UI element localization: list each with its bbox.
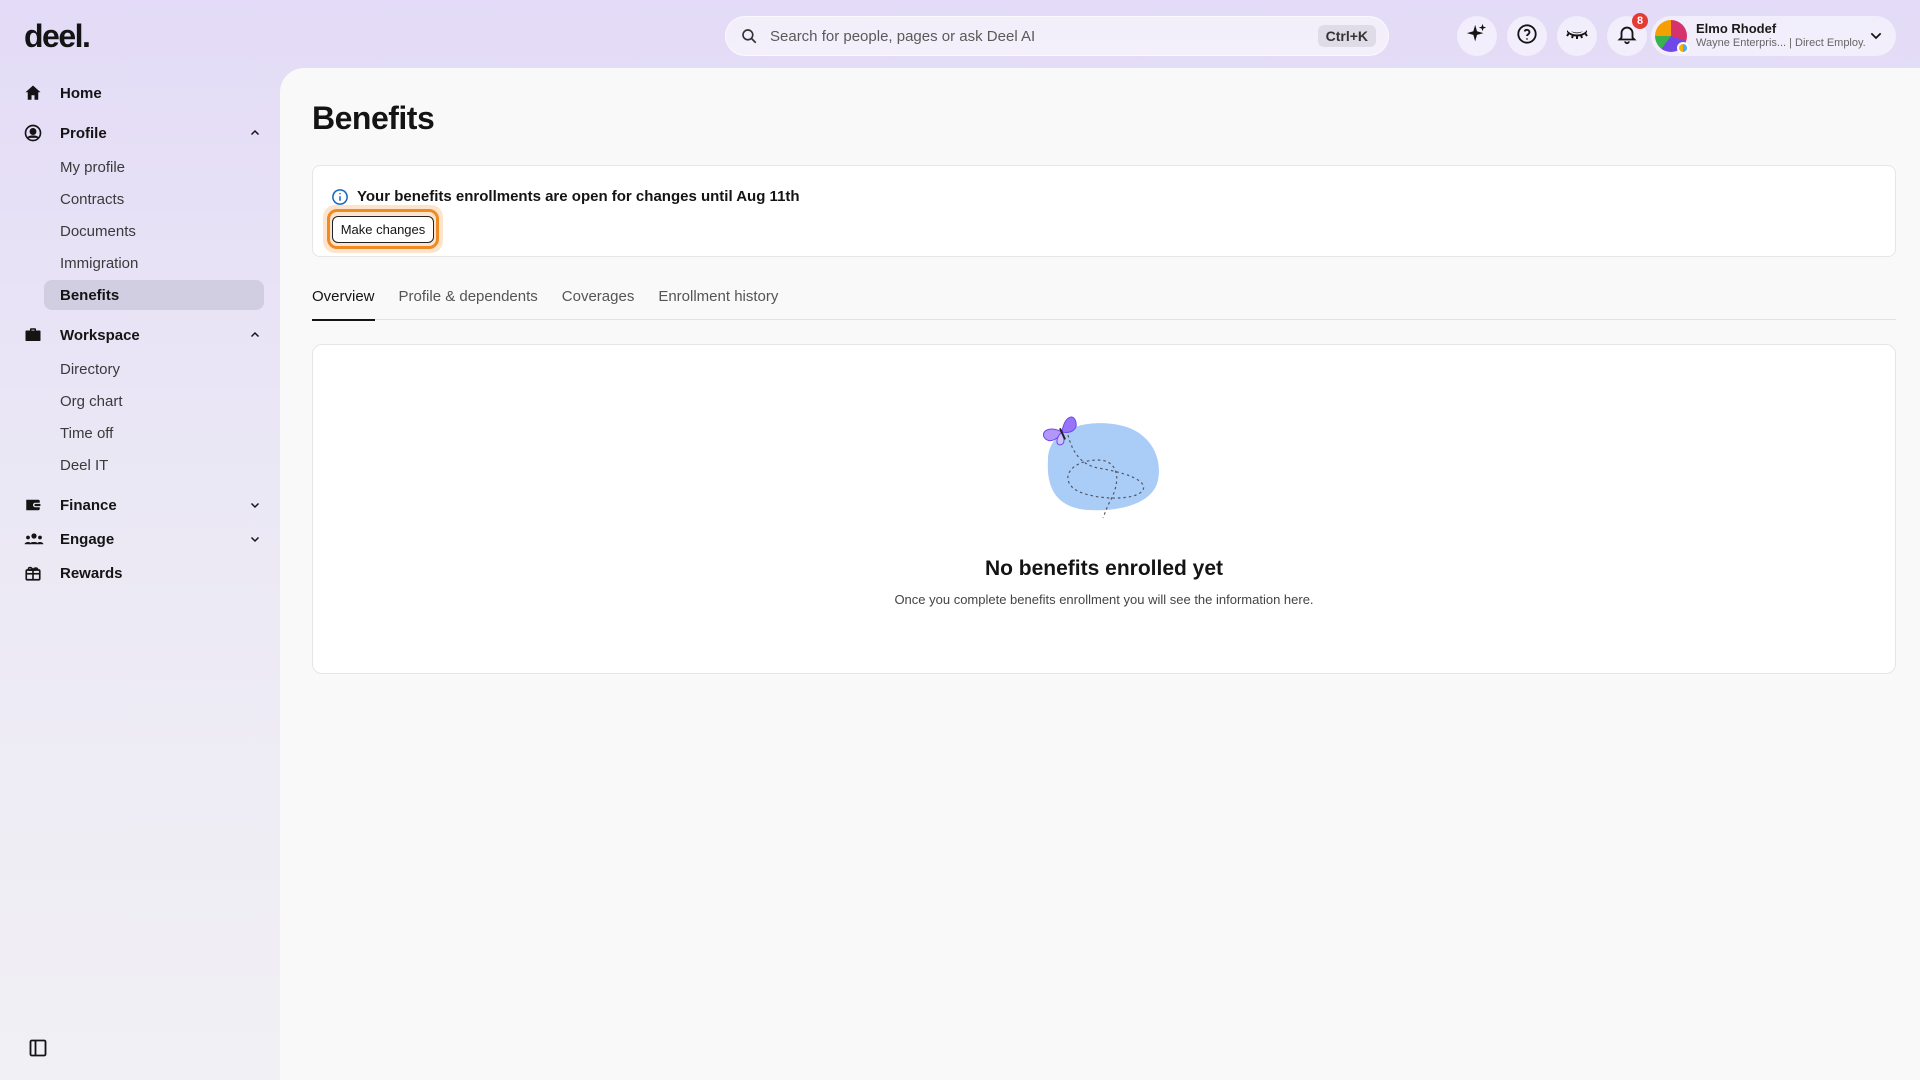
butterfly-illustration <box>1028 410 1168 530</box>
sidebar-group-profile[interactable]: Profile <box>24 116 264 150</box>
wallet-icon <box>24 496 52 514</box>
avatar <box>1655 20 1689 54</box>
sidebar-item-label: Finance <box>60 496 117 514</box>
empty-state-card: No benefits enrolled yet Once you comple… <box>312 344 1896 674</box>
privacy-toggle-button[interactable] <box>1557 16 1597 56</box>
tab-overview[interactable]: Overview <box>312 280 375 321</box>
deel-ai-button[interactable] <box>1457 16 1497 56</box>
sidebar-item-label: Workspace <box>60 326 140 344</box>
make-changes-button[interactable]: Make changes <box>327 209 439 249</box>
notice-text: Your benefits enrollments are open for c… <box>357 188 800 205</box>
enrollment-notice: Your benefits enrollments are open for c… <box>312 165 1896 257</box>
search-shortcut-badge: Ctrl+K <box>1317 25 1376 47</box>
sidebar-item-documents[interactable]: Documents <box>44 216 264 246</box>
main-content: Benefits Your benefits enrollments are o… <box>280 68 1920 1080</box>
gift-icon <box>24 564 52 582</box>
sidebar-group-workspace[interactable]: Workspace <box>24 318 264 352</box>
tab-coverages[interactable]: Coverages <box>562 280 635 320</box>
briefcase-icon <box>24 326 52 344</box>
tab-enrollment-history[interactable]: Enrollment history <box>658 280 778 320</box>
global-search[interactable]: Ctrl+K <box>725 16 1389 56</box>
make-changes-label: Make changes <box>331 215 435 243</box>
page-title: Benefits <box>312 100 435 136</box>
sidebar-item-label: Engage <box>60 530 115 548</box>
user-menu[interactable]: Elmo Rhodef Wayne Enterpris... | Direct … <box>1651 16 1896 56</box>
info-icon <box>331 188 349 206</box>
sidebar-item-my-profile[interactable]: My profile <box>44 152 264 182</box>
sidebar-group-finance[interactable]: Finance <box>24 488 264 522</box>
chevron-down-icon <box>246 499 264 511</box>
org-avatar <box>1677 42 1689 54</box>
sidebar-item-directory[interactable]: Directory <box>44 354 264 384</box>
sidebar-item-home[interactable]: Home <box>24 76 264 110</box>
tab-profile-dependents[interactable]: Profile & dependents <box>399 280 538 320</box>
chevron-up-icon <box>246 329 264 341</box>
search-input[interactable] <box>762 27 1318 45</box>
collapse-sidebar-button[interactable] <box>26 1038 50 1062</box>
people-icon <box>24 530 52 548</box>
sidebar-item-label: Profile <box>60 124 107 142</box>
help-button[interactable] <box>1507 16 1547 56</box>
deel-logo[interactable]: deel. <box>24 18 91 55</box>
chevron-down-icon <box>246 533 264 545</box>
sidebar-item-contracts[interactable]: Contracts <box>44 184 264 214</box>
benefits-tabs: Overview Profile & dependents Coverages … <box>312 280 1896 321</box>
empty-state-subtitle: Once you complete benefits enrollment yo… <box>894 592 1314 607</box>
chevron-up-icon <box>246 127 264 139</box>
sidebar-group-engage[interactable]: Engage <box>24 522 264 556</box>
chevron-down-icon <box>1866 26 1886 46</box>
eye-closed-icon <box>1565 22 1589 51</box>
sidebar-item-label: Rewards <box>60 564 123 582</box>
sparkle-icon <box>1466 23 1488 50</box>
user-subtitle: Wayne Enterpris... | Direct Employ... <box>1696 37 1866 50</box>
sidebar: Home Profile My profile Contracts Docume… <box>0 76 280 590</box>
sidebar-item-org-chart[interactable]: Org chart <box>44 386 264 416</box>
sidebar-item-immigration[interactable]: Immigration <box>44 248 264 278</box>
sidebar-toggle-icon <box>28 1038 48 1063</box>
user-circle-icon <box>24 124 52 142</box>
notification-count-badge: 8 <box>1632 13 1648 29</box>
sidebar-item-benefits[interactable]: Benefits <box>44 280 264 310</box>
search-icon <box>736 23 762 49</box>
notifications-button[interactable]: 8 <box>1607 13 1648 56</box>
sidebar-item-time-off[interactable]: Time off <box>44 418 264 448</box>
sidebar-item-deel-it[interactable]: Deel IT <box>44 450 264 480</box>
help-icon <box>1516 23 1538 50</box>
empty-state-title: No benefits enrolled yet <box>984 557 1224 580</box>
home-icon <box>24 84 52 102</box>
user-name: Elmo Rhodef <box>1696 22 1777 37</box>
sidebar-item-label: Home <box>60 84 102 102</box>
sidebar-item-rewards[interactable]: Rewards <box>24 556 264 590</box>
